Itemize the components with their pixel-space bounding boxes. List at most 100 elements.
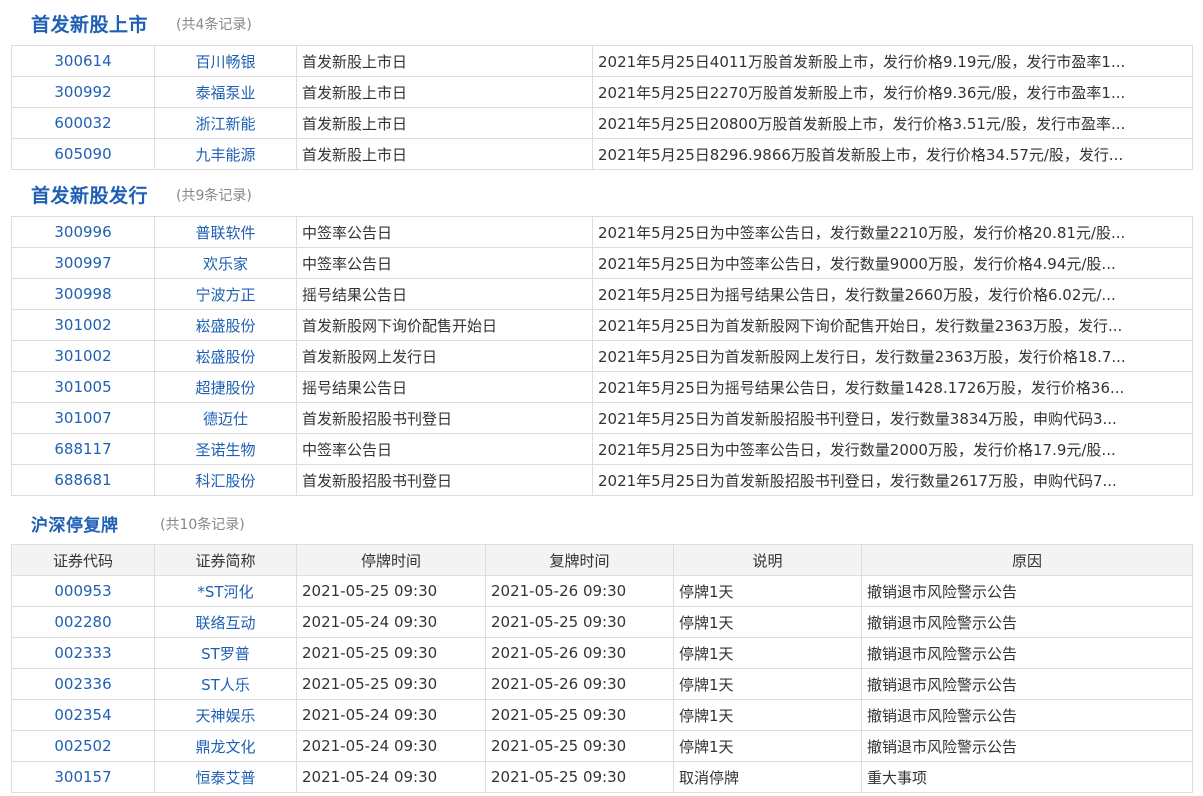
- event-detail: 2021年5月25日为中签率公告日，发行数量9000万股，发行价格4.94元/股…: [592, 247, 1193, 279]
- column-header-halt-time: 停牌时间: [296, 544, 486, 576]
- resume-time: 2021-05-25 09:30: [485, 606, 674, 638]
- stock-name-link[interactable]: 百川畅银: [195, 53, 255, 71]
- note: 停牌1天: [673, 637, 862, 669]
- section-header-ipo-issue: 首发新股发行 (共9条记录): [0, 179, 1203, 209]
- stock-name-link[interactable]: ST人乐: [201, 676, 250, 694]
- stock-name-link[interactable]: 泰福泵业: [195, 84, 255, 102]
- stock-code-link[interactable]: 300996: [54, 223, 111, 241]
- resume-time: 2021-05-26 09:30: [485, 637, 674, 669]
- stock-code-link[interactable]: 688681: [54, 471, 111, 489]
- stock-name-link[interactable]: 崧盛股份: [195, 348, 255, 366]
- reason: 撤销退市风险警示公告: [861, 730, 1193, 762]
- reason: 撤销退市风险警示公告: [861, 606, 1193, 638]
- table-ipo-issue: 300996 普联软件 中签率公告日 2021年5月25日为中签率公告日，发行数…: [11, 216, 1193, 496]
- stock-name-link[interactable]: 欢乐家: [203, 255, 248, 273]
- event-detail: 2021年5月25日8296.9866万股首发新股上市，发行价格34.57元/股…: [592, 138, 1193, 170]
- reason: 撤销退市风险警示公告: [861, 637, 1193, 669]
- stock-name-link[interactable]: *ST河化: [197, 583, 253, 601]
- stock-name-link[interactable]: 宁波方正: [195, 286, 255, 304]
- halt-time: 2021-05-25 09:30: [296, 668, 486, 700]
- stock-name-link[interactable]: 恒泰艾普: [195, 769, 255, 787]
- resume-time: 2021-05-26 09:30: [485, 575, 674, 607]
- stock-name-link[interactable]: 德迈仕: [203, 410, 248, 428]
- stock-name-link[interactable]: 普联软件: [195, 224, 255, 242]
- section-header-suspension: 沪深停复牌 (共10条记录): [0, 508, 1203, 538]
- stock-code-link[interactable]: 300614: [54, 52, 111, 70]
- stock-code-link[interactable]: 301007: [54, 409, 111, 427]
- table-row: 002354 天神娱乐 2021-05-24 09:30 2021-05-25 …: [11, 699, 1193, 731]
- stock-name-link[interactable]: 联络互动: [195, 614, 255, 632]
- stock-code-link[interactable]: 002502: [54, 737, 111, 755]
- stock-name-link[interactable]: 崧盛股份: [195, 317, 255, 335]
- stock-code-link[interactable]: 002280: [54, 613, 111, 631]
- note: 停牌1天: [673, 575, 862, 607]
- stock-code-link[interactable]: 000953: [54, 582, 111, 600]
- table-row: 000953 *ST河化 2021-05-25 09:30 2021-05-26…: [11, 575, 1193, 607]
- column-header-name: 证券简称: [154, 544, 297, 576]
- section-title-suspension: 沪深停复牌: [31, 516, 119, 536]
- reason: 撤销退市风险警示公告: [861, 575, 1193, 607]
- stock-code-link[interactable]: 300157: [54, 768, 111, 786]
- event-detail: 2021年5月25日4011万股首发新股上市，发行价格9.19元/股，发行市盈率…: [592, 45, 1193, 77]
- stock-code-link[interactable]: 002354: [54, 706, 111, 724]
- event-type: 首发新股网上发行日: [296, 340, 593, 372]
- table-row: 301002 崧盛股份 首发新股网上发行日 2021年5月25日为首发新股网上发…: [11, 340, 1193, 372]
- note: 停牌1天: [673, 730, 862, 762]
- resume-time: 2021-05-26 09:30: [485, 668, 674, 700]
- column-header-resume-time: 复牌时间: [485, 544, 674, 576]
- table-row: 002333 ST罗普 2021-05-25 09:30 2021-05-26 …: [11, 637, 1193, 669]
- reason: 重大事项: [861, 761, 1193, 793]
- event-type: 首发新股招股书刊登日: [296, 464, 593, 496]
- table-ipo-listing: 300614 百川畅银 首发新股上市日 2021年5月25日4011万股首发新股…: [11, 45, 1193, 170]
- stock-name-link[interactable]: ST罗普: [201, 645, 250, 663]
- stock-code-link[interactable]: 688117: [54, 440, 111, 458]
- stock-name-link[interactable]: 鼎龙文化: [195, 738, 255, 756]
- stock-code-link[interactable]: 301002: [54, 347, 111, 365]
- event-type: 摇号结果公告日: [296, 278, 593, 310]
- stock-name-link[interactable]: 科汇股份: [195, 472, 255, 490]
- event-detail: 2021年5月25日为首发新股招股书刊登日，发行数量2617万股，申购代码7..…: [592, 464, 1193, 496]
- resume-time: 2021-05-25 09:30: [485, 761, 674, 793]
- event-type: 首发新股招股书刊登日: [296, 402, 593, 434]
- stock-code-link[interactable]: 301002: [54, 316, 111, 334]
- table-row: 300997 欢乐家 中签率公告日 2021年5月25日为中签率公告日，发行数量…: [11, 247, 1193, 279]
- stock-code-link[interactable]: 300997: [54, 254, 111, 272]
- table-row: 301005 超捷股份 摇号结果公告日 2021年5月25日为摇号结果公告日，发…: [11, 371, 1193, 403]
- stock-code-link[interactable]: 300998: [54, 285, 111, 303]
- event-detail: 2021年5月25日为摇号结果公告日，发行数量2660万股，发行价格6.02元/…: [592, 278, 1193, 310]
- table-row: 300996 普联软件 中签率公告日 2021年5月25日为中签率公告日，发行数…: [11, 216, 1193, 248]
- record-count-ipo-issue: (共9条记录): [176, 188, 252, 204]
- stock-code-link[interactable]: 002336: [54, 675, 111, 693]
- stock-code-link[interactable]: 301005: [54, 378, 111, 396]
- stock-name-link[interactable]: 圣诺生物: [195, 441, 255, 459]
- stock-name-link[interactable]: 浙江新能: [195, 115, 255, 133]
- stock-name-link[interactable]: 天神娱乐: [195, 707, 255, 725]
- stock-code-link[interactable]: 002333: [54, 644, 111, 662]
- table-row: 301007 德迈仕 首发新股招股书刊登日 2021年5月25日为首发新股招股书…: [11, 402, 1193, 434]
- reason: 撤销退市风险警示公告: [861, 668, 1193, 700]
- table-row: 600032 浙江新能 首发新股上市日 2021年5月25日20800万股首发新…: [11, 107, 1193, 139]
- reason: 撤销退市风险警示公告: [861, 699, 1193, 731]
- event-type: 中签率公告日: [296, 433, 593, 465]
- halt-time: 2021-05-24 09:30: [296, 606, 486, 638]
- table-row: 605090 九丰能源 首发新股上市日 2021年5月25日8296.9866万…: [11, 138, 1193, 170]
- stock-code-link[interactable]: 605090: [54, 145, 111, 163]
- table-row: 002336 ST人乐 2021-05-25 09:30 2021-05-26 …: [11, 668, 1193, 700]
- note: 停牌1天: [673, 699, 862, 731]
- table-row: 300998 宁波方正 摇号结果公告日 2021年5月25日为摇号结果公告日，发…: [11, 278, 1193, 310]
- event-detail: 2021年5月25日为首发新股招股书刊登日，发行数量3834万股，申购代码3..…: [592, 402, 1193, 434]
- table-row: 002280 联络互动 2021-05-24 09:30 2021-05-25 …: [11, 606, 1193, 638]
- table-header-row: 证券代码 证券简称 停牌时间 复牌时间 说明 原因: [11, 544, 1193, 576]
- section-title-ipo-listing: 首发新股上市: [31, 14, 149, 36]
- table-row: 002502 鼎龙文化 2021-05-24 09:30 2021-05-25 …: [11, 730, 1193, 762]
- stock-name-link[interactable]: 九丰能源: [195, 146, 255, 164]
- table-row: 301002 崧盛股份 首发新股网下询价配售开始日 2021年5月25日为首发新…: [11, 309, 1193, 341]
- column-header-code: 证券代码: [11, 544, 155, 576]
- stock-code-link[interactable]: 600032: [54, 114, 111, 132]
- event-type: 首发新股上市日: [296, 107, 593, 139]
- stock-code-link[interactable]: 300992: [54, 83, 111, 101]
- event-detail: 2021年5月25日为摇号结果公告日，发行数量1428.1726万股，发行价格3…: [592, 371, 1193, 403]
- table-row: 300614 百川畅银 首发新股上市日 2021年5月25日4011万股首发新股…: [11, 45, 1193, 77]
- event-type: 中签率公告日: [296, 216, 593, 248]
- stock-name-link[interactable]: 超捷股份: [195, 379, 255, 397]
